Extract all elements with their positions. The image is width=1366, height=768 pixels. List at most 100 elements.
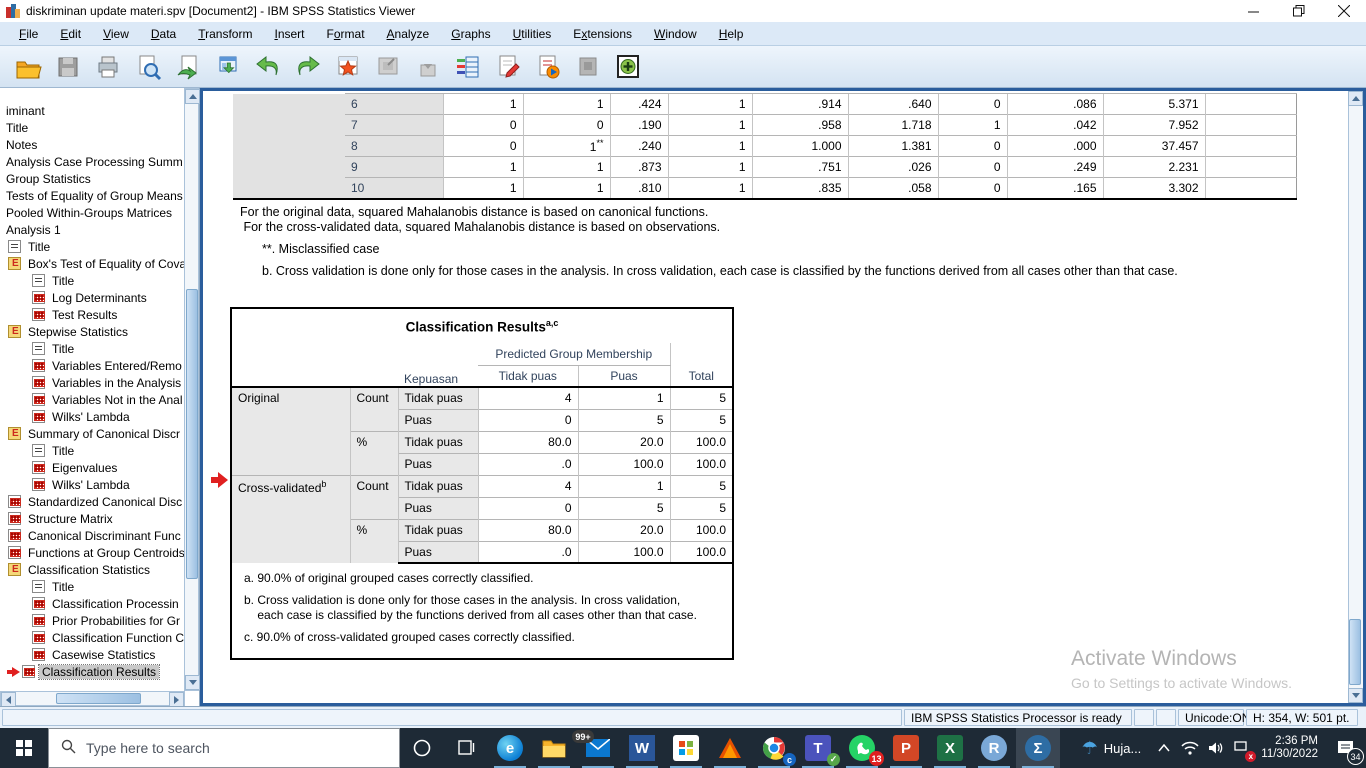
sync-error-icon[interactable]: x [1231, 728, 1253, 768]
menu-view[interactable]: View [92, 24, 140, 44]
outline-item-analysis-case-processing-summ[interactable]: Analysis Case Processing Summ [0, 153, 185, 170]
scroll-down-button[interactable] [185, 675, 200, 690]
insert-cases-icon[interactable] [408, 49, 448, 85]
clock[interactable]: 2:36 PM 11/30/2022 [1261, 735, 1318, 761]
outline-item-tests-of-equality-of-group-means[interactable]: Tests of Equality of Group Means [0, 187, 185, 204]
outline-item-test-results[interactable]: Test Results [0, 306, 185, 323]
taskbar-app-excel[interactable]: X [928, 728, 972, 768]
designate-window-icon[interactable] [608, 49, 648, 85]
outline-item-casewise-statistics[interactable]: Casewise Statistics [0, 646, 185, 663]
outline-item-title[interactable]: Title [0, 272, 185, 289]
outline-item-summary-of-canonical-discr[interactable]: Summary of Canonical Discr [0, 425, 185, 442]
scroll-down-button[interactable] [1348, 688, 1363, 703]
outline-item-classification-statistics[interactable]: Classification Statistics [0, 561, 185, 578]
redo-icon[interactable] [288, 49, 328, 85]
scroll-thumb[interactable] [56, 693, 141, 704]
outline-item-standardized-canonical-disc[interactable]: Standardized Canonical Disc [0, 493, 185, 510]
run-script-icon[interactable] [528, 49, 568, 85]
goto-case-icon[interactable] [328, 49, 368, 85]
menu-file[interactable]: File [8, 24, 49, 44]
taskbar-app-file-explorer[interactable] [532, 728, 576, 768]
outline-item-eigenvalues[interactable]: Eigenvalues [0, 459, 185, 476]
outline-item-title[interactable]: Title [0, 238, 185, 255]
outline-item-prior-probabilities-for-gr[interactable]: Prior Probabilities for Gr [0, 612, 185, 629]
search-input[interactable]: Type here to search [48, 728, 400, 768]
outline-item-variables-in-the-analysis[interactable]: Variables in the Analysis [0, 374, 185, 391]
wifi-icon[interactable] [1179, 728, 1201, 768]
print-icon[interactable] [88, 49, 128, 85]
menu-edit[interactable]: Edit [49, 24, 92, 44]
outline-item-analysis-1[interactable]: Analysis 1 [0, 221, 185, 238]
outline-horizontal-scrollbar[interactable] [0, 691, 185, 706]
restore-button[interactable] [1276, 0, 1321, 22]
menu-extensions[interactable]: Extensions [562, 24, 643, 44]
taskbar-app-edge[interactable]: e [488, 728, 532, 768]
outline-item-title[interactable]: Title [0, 340, 185, 357]
style-output-icon[interactable] [568, 49, 608, 85]
cortana-button[interactable] [400, 728, 444, 768]
outline-item-classification-results[interactable]: Classification Results [0, 663, 185, 680]
outline-item-variables-not-in-the-anal[interactable]: Variables Not in the Anal [0, 391, 185, 408]
scroll-left-button[interactable] [1, 692, 16, 707]
outline-item-log-determinants[interactable]: Log Determinants [0, 289, 185, 306]
outline-item-title[interactable]: Title [0, 119, 185, 136]
outline-item-stepwise-statistics[interactable]: Stepwise Statistics [0, 323, 185, 340]
outline-item-classification-function-c[interactable]: Classification Function C [0, 629, 185, 646]
edit-output-icon[interactable] [488, 49, 528, 85]
taskbar-app-mail[interactable]: 99+ [576, 728, 620, 768]
menu-window[interactable]: Window [643, 24, 708, 44]
taskbar-app-matlab[interactable] [708, 728, 752, 768]
taskbar-app-chrome[interactable]: c [752, 728, 796, 768]
scroll-up-button[interactable] [1348, 91, 1363, 106]
menu-format[interactable]: Format [316, 24, 376, 44]
scroll-up-button[interactable] [185, 89, 200, 104]
recall-dialogs-icon[interactable] [208, 49, 248, 85]
open-file-icon[interactable] [8, 49, 48, 85]
minimize-button[interactable] [1231, 0, 1276, 22]
outline-vertical-scrollbar[interactable] [184, 88, 199, 691]
export-output-icon[interactable] [168, 49, 208, 85]
weather-widget[interactable]: ☂Huja... [1082, 738, 1142, 759]
outline-item-structure-matrix[interactable]: Structure Matrix [0, 510, 185, 527]
hidden-icons-chevron[interactable] [1153, 728, 1175, 768]
outline-item-group-statistics[interactable]: Group Statistics [0, 170, 185, 187]
undo-icon[interactable] [248, 49, 288, 85]
taskbar-app-word[interactable]: W [620, 728, 664, 768]
taskbar-app-store[interactable] [664, 728, 708, 768]
start-button[interactable] [0, 728, 48, 768]
task-view-button[interactable] [444, 728, 488, 768]
taskbar-app-whatsapp[interactable]: 13 [840, 728, 884, 768]
taskbar-app-teams[interactable]: T✓ [796, 728, 840, 768]
taskbar-app-spss[interactable]: Σ [1016, 728, 1060, 768]
scroll-thumb[interactable] [1349, 619, 1361, 685]
menu-graphs[interactable]: Graphs [440, 24, 501, 44]
menu-analyze[interactable]: Analyze [376, 24, 441, 44]
outline-item-functions-at-group-centroids[interactable]: Functions at Group Centroids [0, 544, 185, 561]
outline-item-classification-processin[interactable]: Classification Processin [0, 595, 185, 612]
taskbar-app-r-studio[interactable]: R [972, 728, 1016, 768]
outline-item-notes[interactable]: Notes [0, 136, 185, 153]
menu-help[interactable]: Help [708, 24, 755, 44]
show-variables-icon[interactable] [448, 49, 488, 85]
close-button[interactable] [1321, 0, 1366, 22]
outline-item-box-s-test-of-equality-of-cova[interactable]: Box's Test of Equality of Cova [0, 255, 185, 272]
save-file-icon[interactable] [48, 49, 88, 85]
volume-icon[interactable] [1205, 728, 1227, 768]
classification-results-object[interactable]: Classification Resultsa,c Predicted Grou… [230, 307, 734, 660]
outline-item-variables-entered-remo[interactable]: Variables Entered/Remo [0, 357, 185, 374]
taskbar-app-powerpoint[interactable]: P [884, 728, 928, 768]
print-preview-icon[interactable] [128, 49, 168, 85]
outline-item-wilks-lambda[interactable]: Wilks' Lambda [0, 408, 185, 425]
outline-item-canonical-discriminant-func[interactable]: Canonical Discriminant Func [0, 527, 185, 544]
outline-item-pooled-within-groups-matrices[interactable]: Pooled Within-Groups Matrices [0, 204, 185, 221]
outline-item-wilks-lambda[interactable]: Wilks' Lambda [0, 476, 185, 493]
menu-utilities[interactable]: Utilities [502, 24, 563, 44]
outline-item-title[interactable]: Title [0, 578, 185, 595]
scroll-thumb[interactable] [186, 289, 198, 579]
menu-insert[interactable]: Insert [263, 24, 315, 44]
outline-item-title[interactable]: Title [0, 442, 185, 459]
menu-transform[interactable]: Transform [187, 24, 263, 44]
output-vertical-scrollbar[interactable] [1348, 91, 1363, 703]
outline-item-iminant[interactable]: iminant [0, 102, 185, 119]
scroll-right-button[interactable] [169, 692, 184, 707]
